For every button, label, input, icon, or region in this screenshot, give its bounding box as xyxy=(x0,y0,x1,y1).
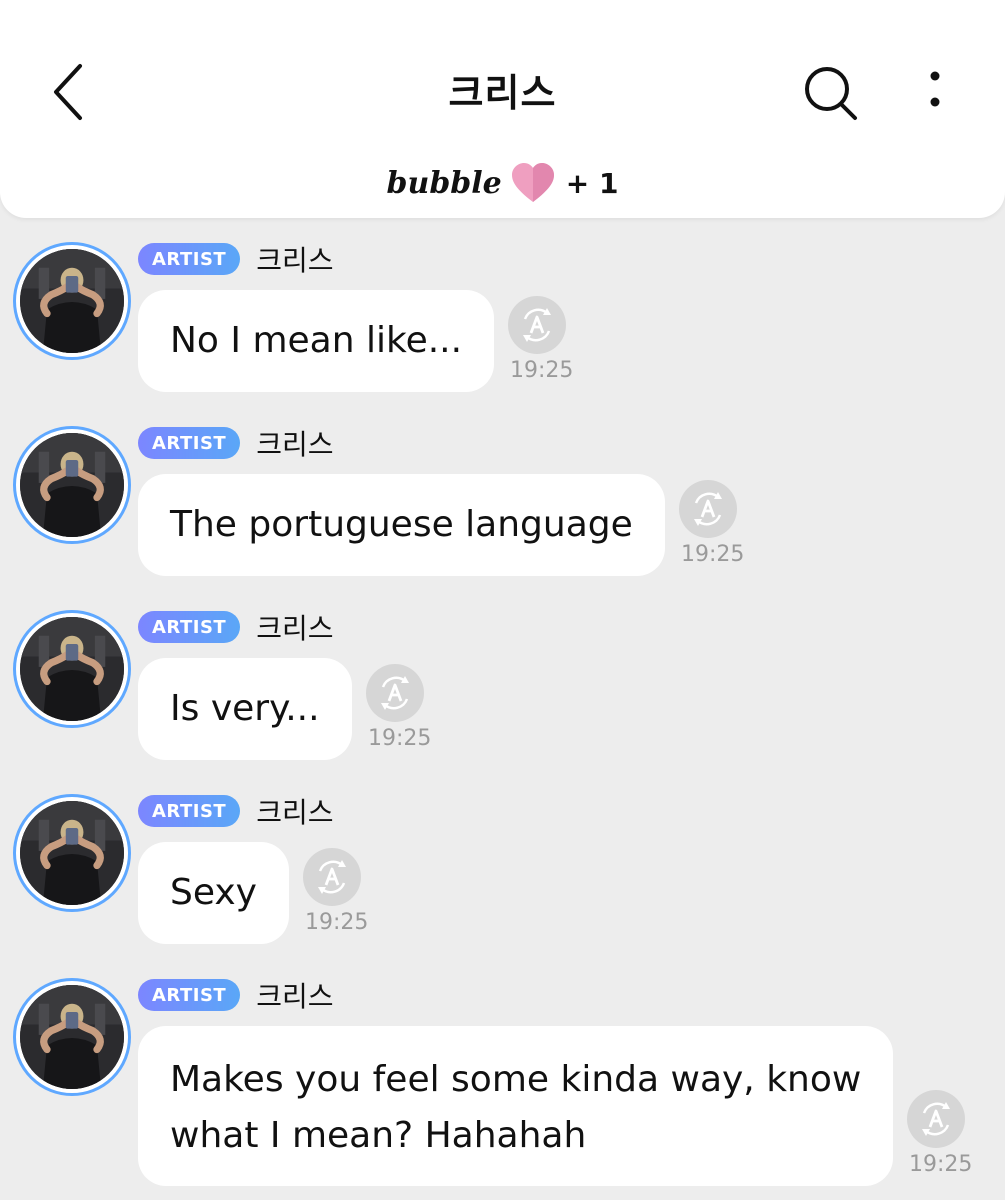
translate-button[interactable] xyxy=(303,848,361,906)
message-meta: ARTIST 크리스 xyxy=(138,242,334,277)
bubble-brand-text: bubble xyxy=(386,165,502,201)
message-meta: ARTIST 크리스 xyxy=(138,794,334,829)
avatar-image xyxy=(20,801,124,905)
message-text-line: The portuguese language xyxy=(170,504,633,545)
message-timestamp: 19:25 xyxy=(368,726,432,751)
message-side: 19:25 xyxy=(303,848,368,935)
message-bubble[interactable]: No I mean like... xyxy=(138,290,495,392)
search-button[interactable] xyxy=(800,64,864,124)
artist-badge: ARTIST xyxy=(138,795,241,827)
message-side: 19:25 xyxy=(679,480,744,567)
heart-icon xyxy=(511,163,554,202)
translate-icon xyxy=(694,492,722,526)
subscription-bar[interactable]: bubble + 1 xyxy=(0,158,1005,208)
chat-header: 크리스 bubble + 1 xyxy=(0,0,1005,218)
avatar[interactable] xyxy=(13,610,131,728)
message-meta: ARTIST 크리스 xyxy=(138,610,334,645)
more-options-button[interactable] xyxy=(918,66,952,122)
message-timestamp: 19:25 xyxy=(305,910,369,935)
message-bubble[interactable]: Is very... xyxy=(138,658,352,760)
translate-button[interactable] xyxy=(679,480,737,538)
translate-button[interactable] xyxy=(508,296,566,354)
artist-badge: ARTIST xyxy=(138,611,241,643)
message-side: 19:25 xyxy=(366,664,431,751)
message-timestamp: 19:25 xyxy=(681,542,745,567)
avatar-image xyxy=(20,985,124,1089)
translate-icon xyxy=(523,308,551,342)
search-icon xyxy=(805,67,857,120)
sender-name: 크리스 xyxy=(256,244,334,277)
avatar[interactable] xyxy=(13,426,131,544)
message-side: 19:25 xyxy=(508,296,573,383)
sender-name: 크리스 xyxy=(256,428,334,461)
artist-badge: ARTIST xyxy=(138,427,241,459)
translate-icon xyxy=(922,1102,950,1136)
message-bubble[interactable]: Sexy xyxy=(138,842,289,944)
artist-badge: ARTIST xyxy=(138,243,241,275)
avatar-image xyxy=(20,249,124,353)
translate-button[interactable] xyxy=(366,664,424,722)
avatar[interactable] xyxy=(13,242,131,360)
message-bubble[interactable]: Makes you feel some kinda way, know what … xyxy=(138,1026,894,1186)
translate-button[interactable] xyxy=(907,1090,965,1148)
avatar-image xyxy=(20,433,124,537)
sender-name: 크리스 xyxy=(256,980,334,1013)
avatar[interactable] xyxy=(13,978,131,1096)
message-text-line: Sexy xyxy=(170,872,257,913)
message-meta: ARTIST 크리스 xyxy=(138,426,334,461)
message-text-line: Makes you feel some kinda way, know xyxy=(170,1059,862,1100)
message-bubble[interactable]: The portuguese language xyxy=(138,474,665,576)
message-text-line: Is very... xyxy=(170,688,320,729)
translate-icon xyxy=(381,676,409,710)
avatar-image xyxy=(20,617,124,721)
sender-name: 크리스 xyxy=(256,612,334,645)
subscription-count: + 1 xyxy=(565,166,619,200)
message-side: 19:25 xyxy=(907,1090,972,1177)
avatar[interactable] xyxy=(13,794,131,912)
artist-badge: ARTIST xyxy=(138,979,241,1011)
message-text-line: what I mean? Hahahah xyxy=(170,1115,587,1156)
message-timestamp: 19:25 xyxy=(909,1152,973,1177)
more-vertical-icon xyxy=(930,71,940,107)
sender-name: 크리스 xyxy=(256,796,334,829)
message-timestamp: 19:25 xyxy=(510,358,574,383)
translate-icon xyxy=(318,860,346,894)
message-text-line: No I mean like... xyxy=(170,320,463,361)
message-meta: ARTIST 크리스 xyxy=(138,978,334,1013)
